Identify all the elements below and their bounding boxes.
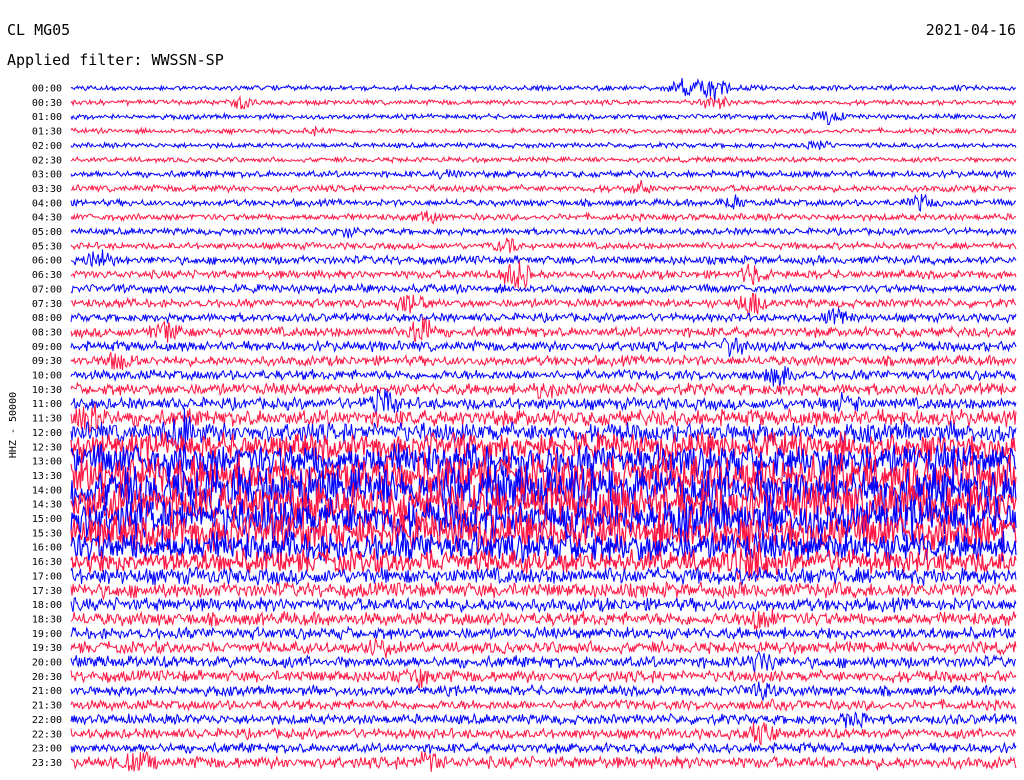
trace-group — [70, 77, 1017, 772]
trace-line — [70, 210, 1017, 225]
trace-line — [70, 292, 1017, 317]
trace-line — [70, 596, 1017, 614]
trace-line — [70, 111, 1017, 125]
helicorder-plot: 00:00 00:30 01:00 01:30 02:00 02:30 03:00 03:30… — [8, 77, 1017, 772]
time-label: 00:30 — [32, 98, 62, 109]
time-label: 09:00 — [32, 342, 62, 353]
trace-line — [70, 94, 1017, 110]
trace-line — [70, 306, 1017, 325]
trace-line — [70, 260, 1017, 290]
time-label: 03:00 — [32, 170, 62, 181]
trace-line — [70, 608, 1017, 632]
time-label: 03:30 — [32, 184, 62, 195]
time-label: 06:30 — [32, 270, 62, 281]
trace-line — [70, 565, 1017, 586]
time-label: 07:30 — [32, 299, 62, 310]
trace-line — [70, 751, 1017, 772]
time-label: 13:30 — [32, 471, 62, 482]
time-label: 07:00 — [32, 284, 62, 295]
trace-line — [70, 741, 1017, 755]
time-label: 01:00 — [32, 112, 62, 123]
time-label-group: 00:00 00:30 01:00 01:30 02:00 02:30 03:00 03:30… — [32, 84, 62, 769]
time-label: 01:30 — [32, 127, 62, 138]
time-label: 20:00 — [32, 658, 62, 669]
time-label: 20:30 — [32, 672, 62, 683]
time-label: 02:30 — [32, 155, 62, 166]
trace-line — [70, 226, 1017, 239]
trace-line — [70, 193, 1017, 212]
time-label: 11:30 — [32, 414, 62, 425]
trace-line — [70, 168, 1017, 180]
trace-line — [70, 681, 1017, 702]
trace-line — [70, 352, 1017, 371]
trace-line — [70, 125, 1017, 137]
time-label: 12:00 — [32, 428, 62, 439]
time-label: 16:00 — [32, 543, 62, 554]
time-label: 19:00 — [32, 629, 62, 640]
trace-line — [70, 237, 1017, 254]
time-label: 23:30 — [32, 758, 62, 769]
time-label: 04:00 — [32, 198, 62, 209]
time-label: 10:00 — [32, 371, 62, 382]
time-label: 23:00 — [32, 744, 62, 755]
time-label: 12:30 — [32, 442, 62, 453]
time-label: 21:00 — [32, 686, 62, 697]
time-label: 14:30 — [32, 500, 62, 511]
time-label: 06:00 — [32, 256, 62, 267]
time-label: 18:30 — [32, 614, 62, 625]
time-label: 00:00 — [32, 84, 62, 95]
trace-line — [70, 180, 1017, 195]
time-label: 19:30 — [32, 643, 62, 654]
y-axis-label: HHZ - 50000 — [8, 392, 19, 458]
trace-line — [70, 337, 1017, 358]
trace-line — [70, 667, 1017, 688]
time-label: 18:00 — [32, 600, 62, 611]
time-label: 22:30 — [32, 729, 62, 740]
trace-line — [70, 139, 1017, 151]
time-label: 05:30 — [32, 241, 62, 252]
time-label: 02:00 — [32, 141, 62, 152]
time-label: 17:00 — [32, 571, 62, 582]
time-label: 13:00 — [32, 457, 62, 468]
time-label: 10:30 — [32, 385, 62, 396]
trace-line — [70, 625, 1017, 641]
time-label: 16:30 — [32, 557, 62, 568]
trace-line — [70, 282, 1017, 296]
trace-line — [70, 381, 1017, 400]
trace-line — [70, 711, 1017, 729]
trace-line — [70, 388, 1017, 416]
time-label: 11:00 — [32, 399, 62, 410]
trace-line — [70, 249, 1017, 268]
time-label: 08:00 — [32, 313, 62, 324]
trace-line — [70, 722, 1017, 746]
time-label: 15:30 — [32, 528, 62, 539]
time-label: 21:30 — [32, 701, 62, 712]
time-label: 17:30 — [32, 586, 62, 597]
time-label: 22:00 — [32, 715, 62, 726]
time-label: 09:30 — [32, 356, 62, 367]
time-label: 08:30 — [32, 327, 62, 338]
trace-line — [70, 697, 1017, 712]
trace-line — [70, 580, 1017, 601]
trace-line — [70, 77, 1017, 103]
trace-line — [70, 155, 1017, 165]
time-label: 04:30 — [32, 213, 62, 224]
time-label: 05:00 — [32, 227, 62, 238]
trace-line — [70, 637, 1017, 659]
time-label: 14:00 — [32, 485, 62, 496]
time-label: 15:00 — [32, 514, 62, 525]
trace-line — [70, 651, 1017, 673]
